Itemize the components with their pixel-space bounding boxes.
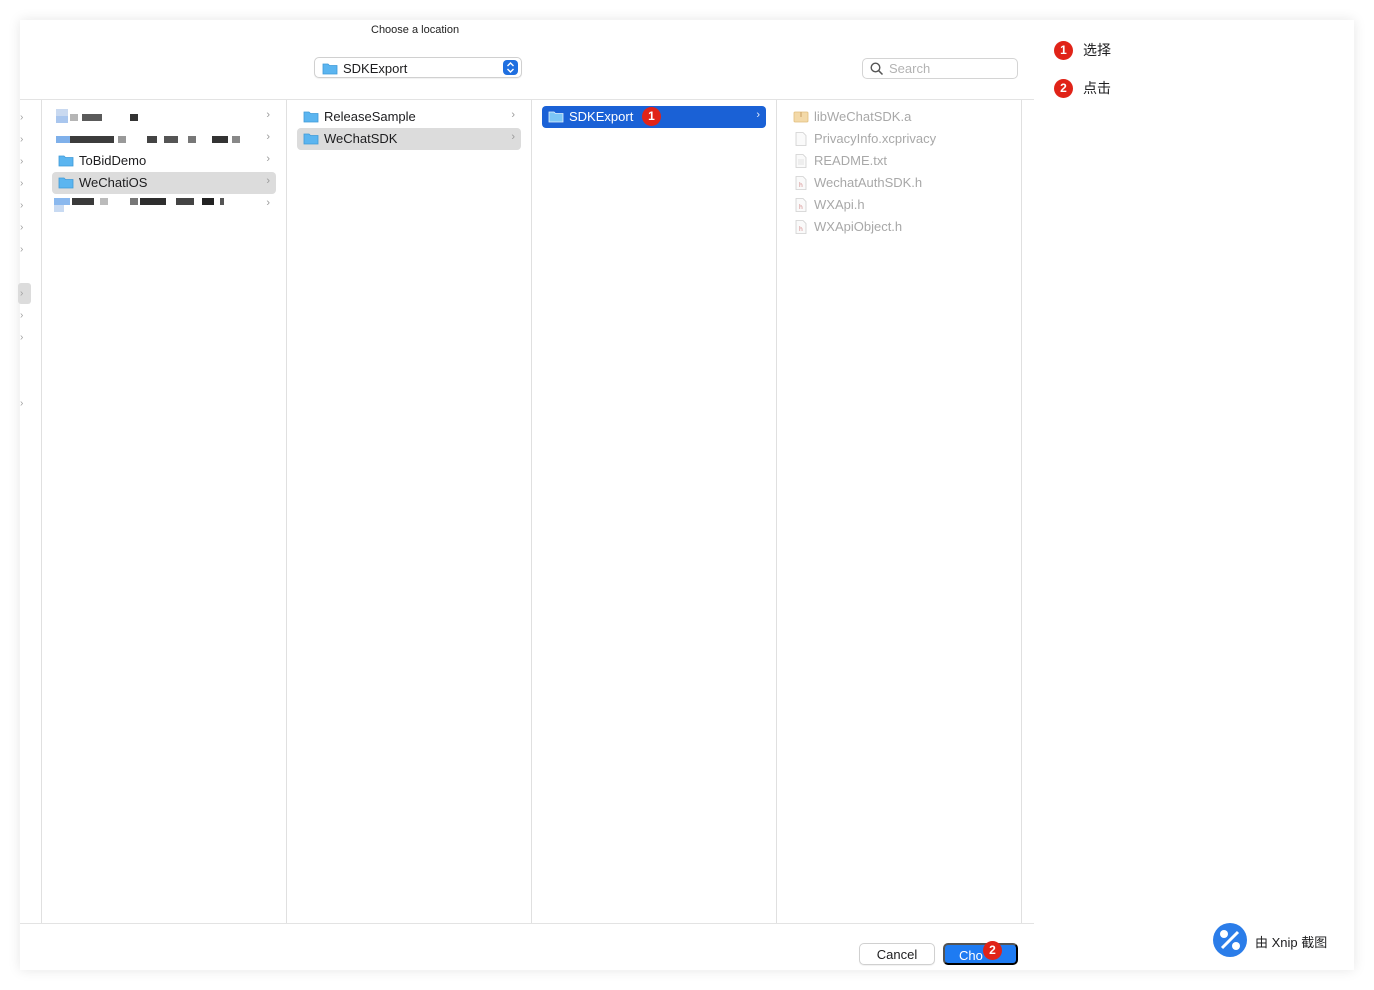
location-selected-label: SDKExport [343,61,408,76]
document-icon [795,132,807,146]
list-item-redacted[interactable]: › [52,128,276,150]
chevron-right-icon: › [20,332,24,343]
legend-step-2: 2 点击 [1054,78,1111,98]
header-file-icon: h [795,198,807,212]
list-item-releasesample[interactable]: ReleaseSample › [297,106,521,128]
list-item-label: WeChatSDK [324,131,398,146]
list-item-file: h WechatAuthSDK.h [787,172,1011,194]
cancel-button[interactable]: Cancel [859,943,935,965]
folder-icon [58,155,74,167]
folder-icon [322,63,338,75]
xnip-logo-icon [1213,923,1247,957]
folder-icon [303,111,319,123]
search-icon [870,62,884,76]
legend-label-1: 选择 [1083,42,1111,58]
chevron-right-icon: › [756,109,760,121]
list-item-label: WeChatiOS [79,175,148,190]
chevron-right-icon: › [20,398,24,409]
svg-text:h: h [799,182,803,189]
chevron-right-icon: › [266,131,270,143]
list-item-redacted[interactable]: › [52,106,276,128]
choose-button[interactable]: Cho [943,943,1018,965]
annotation-badge-1: 1 [642,107,661,126]
folder-icon [303,133,319,145]
list-item-label: WXApi.h [814,197,865,212]
column-0-collapsed[interactable]: › › › › › › › › › › › [18,100,42,923]
header-file-icon: h [795,176,807,190]
chevron-right-icon: › [20,200,24,211]
svg-text:h: h [799,204,803,211]
legend-badge-2: 2 [1054,78,1073,98]
folder-icon [548,111,564,123]
svg-text:h: h [799,226,803,233]
list-item-file: PrivacyInfo.xcprivacy [787,128,1011,150]
search-input[interactable] [889,60,1013,77]
list-item-label: WXApiObject.h [814,219,903,234]
location-popup-button[interactable]: SDKExport [314,57,522,78]
list-item-file: h WXApi.h [787,194,1011,216]
list-item-label: SDKExport [569,109,634,124]
chevron-right-icon: › [20,288,24,299]
list-item-label: ToBidDemo [79,153,147,168]
header-file-icon: h [795,220,807,234]
list-item-wechatios[interactable]: WeChatiOS › [52,172,276,194]
list-item-redacted[interactable]: › [52,194,276,216]
list-item-file: h WXApiObject.h [787,216,1011,238]
chevron-right-icon: › [20,178,24,189]
chevron-right-icon: › [511,131,515,143]
chevron-right-icon: › [511,109,515,121]
list-item-label: libWeChatSDK.a [814,109,912,124]
archive-file-icon [793,111,809,123]
folder-icon [58,177,74,189]
legend-label-2: 点击 [1083,80,1111,96]
list-item-label: WechatAuthSDK.h [814,175,923,190]
list-item-label: README.txt [814,153,887,168]
watermark-text: 由 Xnip 截图 [1255,935,1328,950]
chevron-right-icon: › [20,310,24,321]
legend-step-1: 1 选择 [1054,40,1111,60]
list-item-label: PrivacyInfo.xcprivacy [814,131,937,146]
list-item-file: libWeChatSDK.a [787,106,1011,128]
chevron-right-icon: › [266,175,270,187]
column-3: SDKExport › [532,100,777,923]
search-field[interactable] [862,58,1018,79]
list-item-tobiddemo[interactable]: ToBidDemo › [52,150,276,172]
chevron-right-icon: › [20,156,24,167]
file-chooser-dialog: Choose a location SDKExport › › › › › › … [18,20,1354,970]
column-2: ReleaseSample › WeChatSDK › [287,100,532,923]
annotation-badge-2: 2 [983,941,1002,960]
list-item-file: README.txt [787,150,1011,172]
chevron-right-icon: › [20,134,24,145]
column-4: libWeChatSDK.a PrivacyInfo.xcprivacy REA… [777,100,1022,923]
chevron-right-icon: › [20,112,24,123]
chevron-right-icon: › [266,109,270,121]
legend-badge-1: 1 [1054,40,1073,60]
text-file-icon [795,154,807,168]
chevron-right-icon: › [266,197,270,209]
dialog-title: Choose a location [371,24,460,36]
list-item-label: ReleaseSample [324,109,416,124]
popup-stepper-icon [503,60,518,75]
column-browser: › › › › › › › › › › › › › ToBidDemo › We… [18,99,1034,924]
column-1: › › ToBidDemo › WeChatiOS › › [42,100,287,923]
chevron-right-icon: › [266,153,270,165]
chevron-right-icon: › [20,244,24,255]
list-item-wechatsdk[interactable]: WeChatSDK › [297,128,521,150]
chevron-right-icon: › [20,222,24,233]
